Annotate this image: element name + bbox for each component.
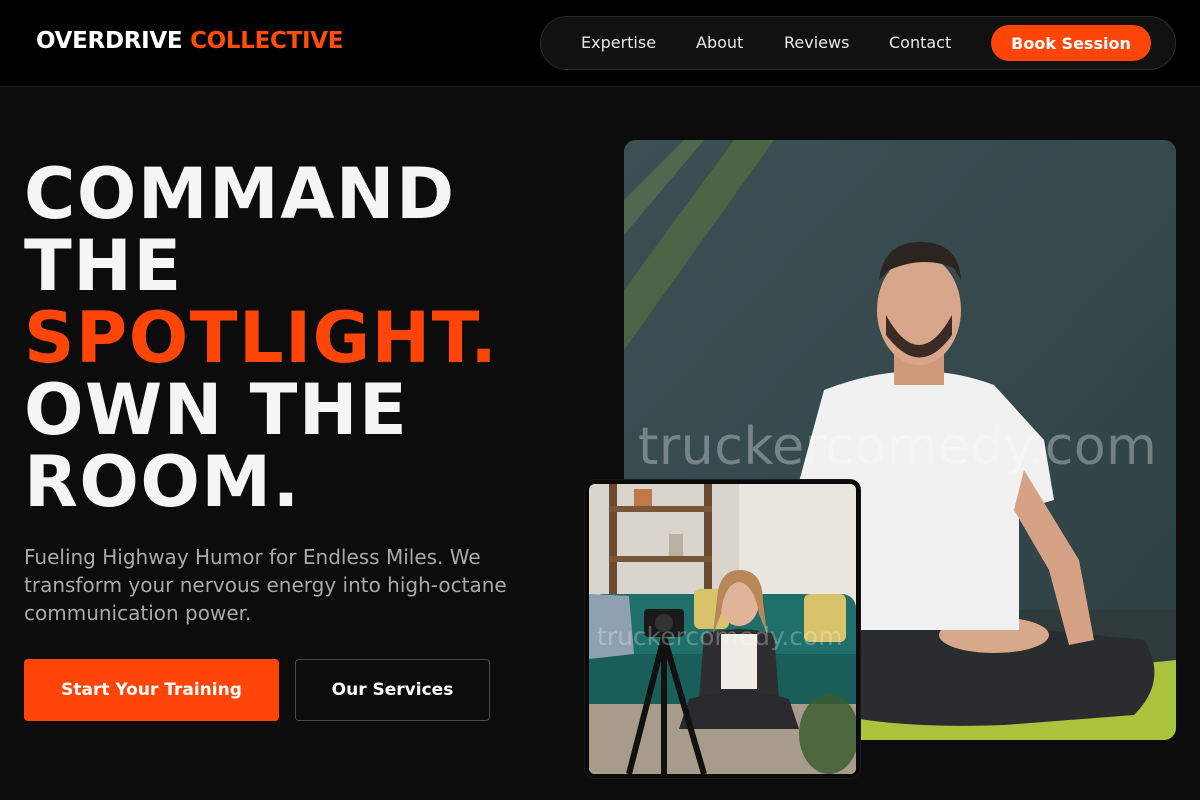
headline-line: OWN THE	[24, 369, 409, 451]
start-training-button[interactable]: Start Your Training	[24, 659, 279, 721]
headline-line: ROOM.	[24, 441, 301, 523]
headline-accent-line: SPOTLIGHT.	[24, 297, 499, 379]
our-services-button[interactable]: Our Services	[295, 659, 490, 721]
brand-name-accent: COLLECTIVE	[190, 28, 344, 54]
site-header: OVERDRIVE COLLECTIVE Expertise About Rev…	[0, 0, 1200, 87]
main-nav: Expertise About Reviews Contact Book Ses…	[540, 16, 1176, 70]
brand-name-primary: OVERDRIVE	[36, 28, 183, 54]
nav-link-expertise[interactable]: Expertise	[581, 33, 656, 52]
hero-headline: COMMAND THE SPOTLIGHT. OWN THE ROOM.	[24, 158, 584, 518]
nav-link-about[interactable]: About	[696, 33, 743, 52]
book-session-button[interactable]: Book Session	[991, 25, 1151, 61]
nav-link-contact[interactable]: Contact	[889, 33, 951, 52]
nav-link-reviews[interactable]: Reviews	[784, 33, 849, 52]
hero-subtitle: Fueling Highway Humor for Endless Miles.…	[24, 545, 507, 625]
hero-inset-photo: truckercomedy.com	[585, 480, 860, 778]
brand-logo[interactable]: OVERDRIVE COLLECTIVE	[36, 28, 343, 54]
inset-photo-watermark: truckercomedy.com	[597, 622, 843, 651]
headline-line: COMMAND	[24, 153, 456, 235]
headline-line: THE	[24, 225, 183, 307]
main-photo-watermark: truckercomedy.com	[638, 417, 1158, 477]
